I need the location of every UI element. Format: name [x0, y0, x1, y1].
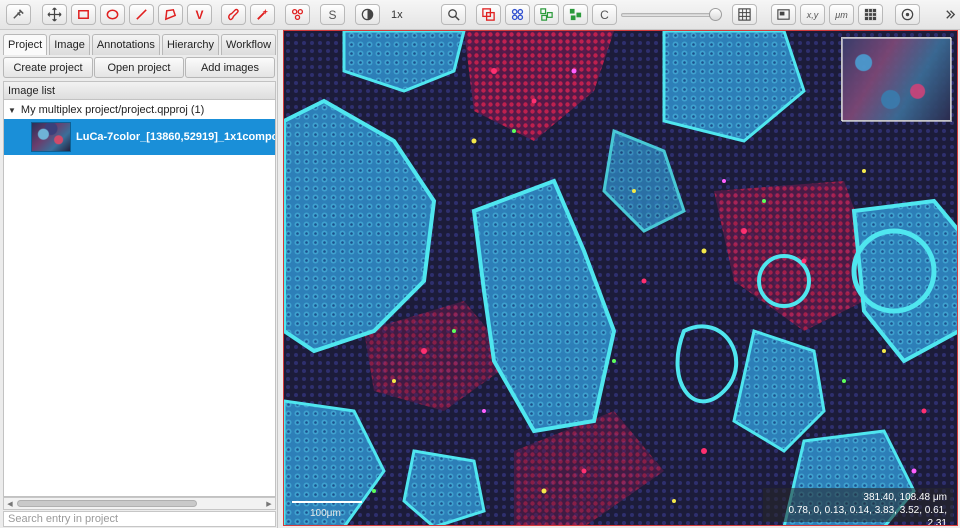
opacity-slider-track[interactable] — [621, 13, 721, 17]
tab-project[interactable]: Project — [3, 34, 48, 55]
selection-mode-icon[interactable]: S — [320, 4, 345, 25]
cell-boundaries-icon[interactable]: C — [592, 4, 617, 25]
counting-grid-icon[interactable] — [858, 4, 883, 25]
zoom-level: 1x — [391, 9, 403, 21]
cursor-readout: 381.40, 108.48 μm 0.78, 0, 0.13, 0.14, 3… — [763, 488, 953, 525]
move-icon[interactable] — [42, 4, 67, 25]
settings-icon[interactable] — [895, 4, 920, 25]
contrast-icon[interactable] — [355, 4, 380, 25]
show-detections-icon[interactable] — [534, 4, 559, 25]
project-buttons: Create project Open project Add images — [3, 57, 276, 79]
show-tma-grid-icon[interactable] — [505, 4, 530, 25]
project-name: My multiplex project/project.qpproj (1) — [20, 104, 205, 116]
ellipse-icon[interactable] — [100, 4, 125, 25]
polygon-icon[interactable] — [158, 4, 183, 25]
points-icon[interactable] — [285, 4, 310, 25]
scroll-left-icon[interactable]: ◀ — [4, 498, 16, 509]
project-search-input[interactable]: Search entry in project — [3, 511, 276, 527]
open-project-button[interactable]: Open project — [94, 57, 184, 78]
expand-triangle-icon[interactable]: ▼ — [8, 106, 16, 115]
overview-icon[interactable] — [771, 4, 796, 25]
overflow-menu-icon[interactable] — [938, 4, 960, 25]
create-project-button[interactable]: Create project — [3, 57, 93, 78]
tab-workflow[interactable]: Workflow — [221, 34, 277, 55]
wand-icon[interactable] — [250, 4, 275, 25]
pin-icon[interactable] — [6, 4, 31, 25]
line-icon[interactable] — [129, 4, 154, 25]
polyline-icon[interactable]: V — [187, 4, 212, 25]
cursor-position: 381.40, 108.48 μm — [863, 492, 947, 503]
zoom-to-fit-icon[interactable] — [441, 4, 466, 25]
scalebar-label: 100μm — [310, 508, 341, 519]
tab-hierarchy[interactable]: Hierarchy — [161, 34, 220, 55]
image-list-item[interactable]: LuCa-7color_[13860,52919]_1x1component_d… — [4, 119, 275, 155]
scrollbar-thumb[interactable] — [17, 500, 197, 507]
image-thumbnail — [31, 122, 71, 152]
rectangle-icon[interactable] — [71, 4, 96, 25]
panel-tabs: Project Image Annotations Hierarchy Work… — [3, 34, 278, 56]
main-toolbar: V S 1x C x,y μm — [0, 0, 960, 30]
add-images-button[interactable]: Add images — [185, 57, 275, 78]
scroll-right-icon[interactable]: ▶ — [263, 498, 275, 509]
image-viewer[interactable]: 100μm 381.40, 108.48 μm 0.78, 0, 0.13, 0… — [283, 30, 958, 526]
fill-detections-icon[interactable] — [563, 4, 588, 25]
project-tree-node[interactable]: ▼ My multiplex project/project.qpproj (1… — [8, 104, 204, 116]
horizontal-scrollbar[interactable]: ◀ ▶ — [3, 497, 276, 510]
scalebar-icon[interactable]: μm — [829, 4, 854, 25]
image-entry-name: LuCa-7color_[13860,52919]_1x1component_d… — [76, 131, 275, 143]
project-panel: Project Image Annotations Hierarchy Work… — [0, 30, 278, 528]
scalebar — [292, 501, 362, 503]
grid-icon[interactable] — [732, 4, 757, 25]
overview-thumbnail[interactable] — [841, 37, 952, 122]
opacity-slider-thumb[interactable] — [709, 8, 722, 21]
tab-annotations[interactable]: Annotations — [91, 34, 160, 55]
tab-image[interactable]: Image — [49, 34, 90, 55]
overview-viewport-frame — [842, 38, 952, 122]
brush-icon[interactable] — [221, 4, 246, 25]
image-list-tree[interactable]: ▼ My multiplex project/project.qpproj (1… — [3, 100, 276, 497]
image-list-header: Image list — [3, 81, 276, 100]
location-text-icon[interactable]: x,y — [800, 4, 825, 25]
channel-values: 0.78, 0, 0.13, 0.14, 3.83, 3.52, 0.61, 2… — [788, 505, 947, 526]
show-annotations-icon[interactable] — [476, 4, 501, 25]
